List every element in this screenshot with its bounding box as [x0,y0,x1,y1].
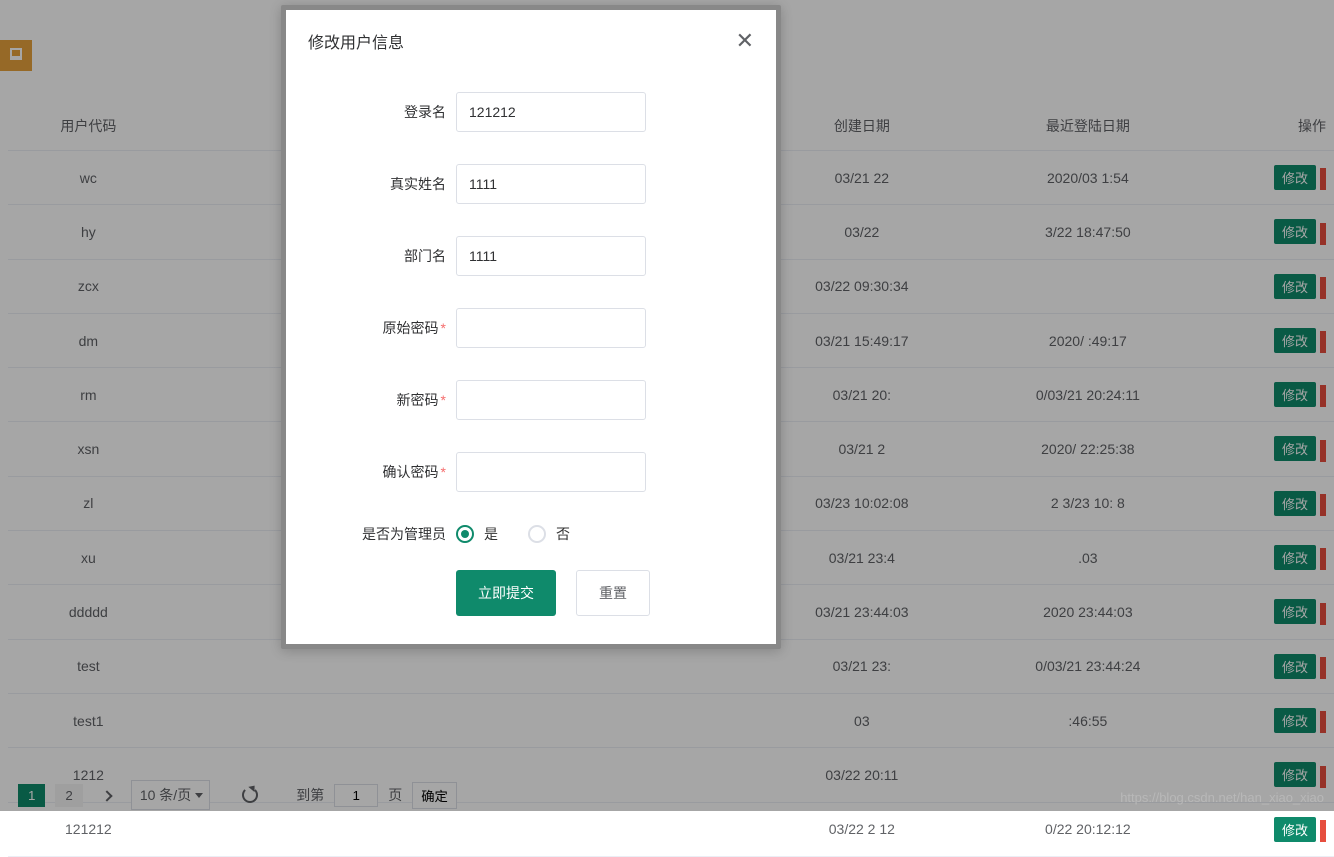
edit-user-modal: 修改用户信息 ✕ 登录名 真实姓名 部门名 原始密码 新密码 [281,5,781,649]
login-input[interactable] [456,92,646,132]
confirmpw-input[interactable] [456,452,646,492]
close-icon[interactable]: ✕ [736,28,754,54]
label-isadmin: 是否为管理员 [326,524,456,544]
edit-button[interactable]: 修改 [1274,817,1316,842]
submit-button[interactable]: 立即提交 [456,570,556,616]
label-login: 登录名 [326,102,456,122]
page: 用户代码 创建日期 最近登陆日期 操作 wc03/21 222020/03 1:… [0,0,1334,811]
radio-yes[interactable]: 是 [456,524,498,544]
watermark: https://blog.csdn.net/han_xiao_xiao [1120,790,1324,805]
label-dept: 部门名 [326,246,456,266]
realname-input[interactable] [456,164,646,204]
radio-no-circle [528,525,546,543]
label-confirmpw: 确认密码 [326,462,456,482]
radio-no[interactable]: 否 [528,524,570,544]
delete-slice[interactable] [1320,820,1326,842]
radio-yes-circle [456,525,474,543]
modal-title: 修改用户信息 [308,29,404,53]
radio-yes-label: 是 [484,524,498,544]
label-origpw: 原始密码 [326,318,456,338]
dept-input[interactable] [456,236,646,276]
newpw-input[interactable] [456,380,646,420]
origpw-input[interactable] [456,308,646,348]
label-realname: 真实姓名 [326,174,456,194]
radio-no-label: 否 [556,524,570,544]
reset-button[interactable]: 重置 [576,570,650,616]
label-newpw: 新密码 [326,390,456,410]
